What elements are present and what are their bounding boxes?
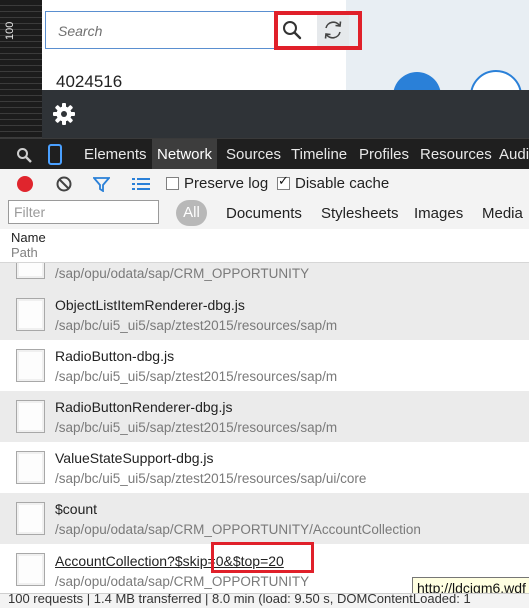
table-row[interactable]: RadioButtonRenderer-dbg.js /sap/bc/ui5_u… xyxy=(0,391,529,442)
preserve-log-checkbox[interactable] xyxy=(166,177,179,190)
file-icon xyxy=(16,298,45,331)
table-row[interactable]: ObjectListItemRenderer-dbg.js /sap/bc/ui… xyxy=(0,289,529,340)
disable-cache-checkbox[interactable] xyxy=(277,174,290,190)
status-summary: 100 requests | 1.4 MB transferred | 8.0 … xyxy=(8,593,471,606)
ruler-label: 100 xyxy=(4,21,16,40)
file-icon xyxy=(16,502,45,535)
filter-input[interactable]: Filter xyxy=(8,200,159,224)
tab-network[interactable]: Network xyxy=(152,139,218,170)
large-rows-icon[interactable] xyxy=(132,177,150,191)
request-path: /sap/bc/ui5_ui5/sap/ztest2015/resources/… xyxy=(55,420,338,435)
request-name: ValueStateSupport-dbg.js xyxy=(55,450,214,466)
filter-all-button[interactable]: All xyxy=(176,200,207,226)
request-name: ObjectListItemRenderer-dbg.js xyxy=(55,297,245,313)
tab-elements[interactable]: Elements xyxy=(79,139,152,170)
devtools-tab-bar: Elements Network Sources Timeline Profil… xyxy=(0,138,529,170)
status-bar: 100 requests | 1.4 MB transferred | 8.0 … xyxy=(0,593,529,608)
list-item-number[interactable]: 4024516 xyxy=(56,72,122,92)
file-icon xyxy=(16,451,45,484)
tab-audits[interactable]: Audi xyxy=(494,139,529,170)
filter-stylesheets[interactable]: Stylesheets xyxy=(321,205,399,222)
tab-sources[interactable]: Sources xyxy=(221,139,286,170)
request-name: RadioButtonRenderer-dbg.js xyxy=(55,399,233,415)
filter-images[interactable]: Images xyxy=(414,205,463,222)
filter-media[interactable]: Media xyxy=(482,205,523,222)
request-path: /sap/bc/ui5_ui5/sap/ztest2015/resources/… xyxy=(55,318,338,333)
request-path: /sap/opu/odata/sap/CRM_OPPORTUNITY xyxy=(55,266,310,281)
column-name-label[interactable]: Name xyxy=(11,230,46,245)
request-name: $count xyxy=(55,501,98,517)
request-path: /sap/bc/ui5_ui5/sap/ztest2015/resources/… xyxy=(55,471,367,486)
highlight-box-top-param xyxy=(211,542,314,573)
filter-documents[interactable]: Documents xyxy=(226,205,302,222)
file-icon xyxy=(16,553,45,586)
table-row[interactable]: $count /sap/opu/odata/sap/CRM_OPPORTUNIT… xyxy=(0,493,529,544)
highlight-box-search-refresh xyxy=(274,11,362,50)
tab-profiles[interactable]: Profiles xyxy=(354,139,414,170)
request-path: /sap/opu/odata/sap/CRM_OPPORTUNITY xyxy=(55,574,310,589)
table-row[interactable]: RadioButton-dbg.js /sap/bc/ui5_ui5/sap/z… xyxy=(0,340,529,391)
file-icon xyxy=(16,263,45,279)
preserve-log-label: Preserve log xyxy=(184,175,269,192)
column-path-label: Path xyxy=(11,245,38,260)
table-row[interactable]: /sap/opu/odata/sap/CRM_OPPORTUNITY xyxy=(0,263,529,289)
gear-icon[interactable] xyxy=(52,102,76,126)
file-icon xyxy=(16,349,45,382)
app-footer-toolbar xyxy=(42,90,529,138)
tab-resources[interactable]: Resources xyxy=(415,139,497,170)
disable-cache-label: Disable cache xyxy=(295,175,390,192)
filter-funnel-icon[interactable] xyxy=(93,177,110,192)
filter-placeholder: Filter xyxy=(14,204,46,220)
record-button[interactable] xyxy=(17,176,33,192)
file-icon xyxy=(16,400,45,433)
inspect-search-icon[interactable] xyxy=(16,147,32,163)
request-path: /sap/opu/odata/sap/CRM_OPPORTUNITY/Accou… xyxy=(55,522,421,537)
request-path: /sap/bc/ui5_ui5/sap/ztest2015/resources/… xyxy=(55,369,338,384)
tab-timeline[interactable]: Timeline xyxy=(286,139,352,170)
device-mode-icon[interactable] xyxy=(48,144,62,165)
search-placeholder: Search xyxy=(58,23,103,39)
request-name: RadioButton-dbg.js xyxy=(55,348,175,364)
table-row[interactable]: ValueStateSupport-dbg.js /sap/bc/ui5_ui5… xyxy=(0,442,529,493)
column-header[interactable] xyxy=(0,229,529,263)
clear-icon[interactable] xyxy=(56,176,72,192)
